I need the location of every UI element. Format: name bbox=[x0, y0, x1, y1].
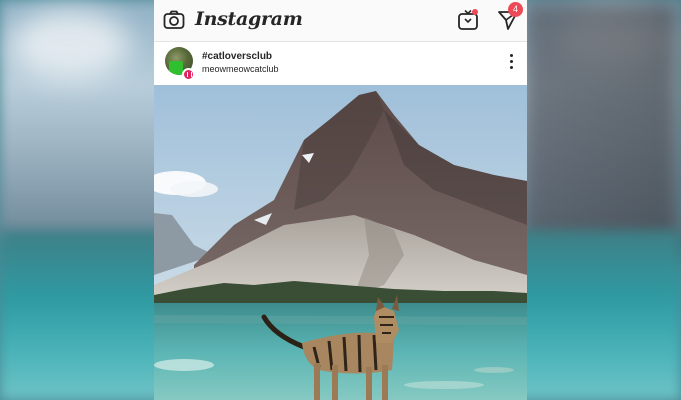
photo-cloud bbox=[170, 181, 218, 197]
background-mountain bbox=[521, 0, 681, 260]
instagram-logo: Instagram bbox=[195, 8, 303, 30]
more-vertical-icon[interactable] bbox=[507, 54, 515, 72]
post-hashtag[interactable]: #catloversclub bbox=[202, 51, 272, 62]
camera-icon[interactable] bbox=[162, 8, 186, 32]
story-badge-icon bbox=[182, 68, 195, 81]
post-photo[interactable] bbox=[154, 85, 527, 400]
post-header: #catloversclub meowmeowcatclub bbox=[154, 42, 527, 84]
post-username[interactable]: meowmeowcatclub bbox=[202, 64, 279, 74]
direct-message-badge: 4 bbox=[508, 2, 523, 17]
avatar-detail bbox=[169, 61, 183, 75]
igtv-notification-dot bbox=[472, 9, 478, 15]
background-cloud bbox=[10, 10, 130, 80]
phone-screen: Instagram 4 #catloversclub meowmeowcatcl… bbox=[154, 0, 527, 400]
app-header: Instagram 4 bbox=[154, 0, 527, 42]
